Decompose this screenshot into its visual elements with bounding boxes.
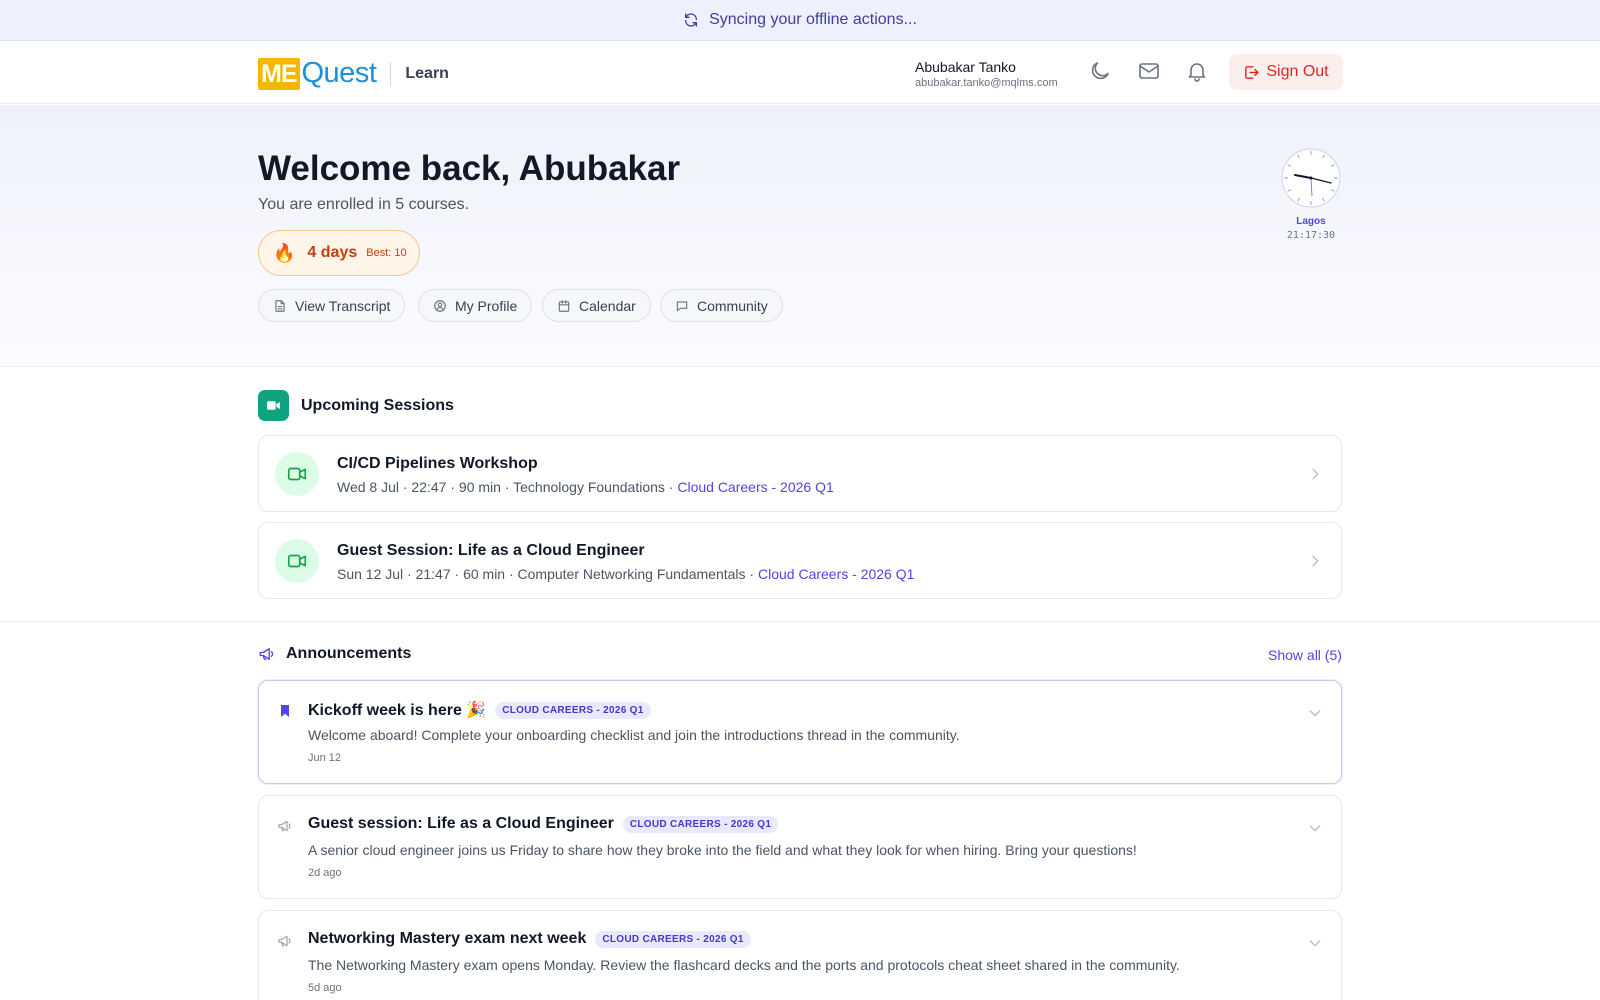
community-label: Community xyxy=(697,297,768,314)
community-button[interactable]: Community xyxy=(660,289,783,322)
section-label: Learn xyxy=(405,64,449,82)
logo-quest: Quest xyxy=(301,57,377,89)
sync-text: Syncing your offline actions... xyxy=(709,11,917,28)
megaphone-icon xyxy=(259,648,274,660)
sign-out-button[interactable]: Sign Out xyxy=(1229,54,1343,90)
announcement-title-row: Networking Mastery exam next week CLOUD … xyxy=(308,930,751,948)
announcement-body: The Networking Mastery exam opens Monday… xyxy=(308,957,1180,973)
session-details: Wed 8 Jul · 22:47 · 90 min · Technology … xyxy=(337,479,678,495)
megaphone-icon xyxy=(278,820,291,832)
announcement-body: Welcome aboard! Complete your onboarding… xyxy=(308,727,960,743)
enrolled-count: You are enrolled in 5 courses. xyxy=(258,196,470,213)
streak-best: Best: 10 xyxy=(366,247,407,259)
clock-time: 21:17:30 xyxy=(1286,230,1336,241)
session-details: Sun 12 Jul · 21:47 · 60 min · Computer N… xyxy=(337,566,758,582)
refresh-icon xyxy=(685,13,698,27)
user-info: Abubakar Tanko abubakar.tanko@mqlms.com xyxy=(915,59,1058,89)
sign-out-label: Sign Out xyxy=(1266,63,1329,80)
sessions-title: Upcoming Sessions xyxy=(301,396,454,414)
my-profile-label: My Profile xyxy=(455,297,518,314)
clock-icon xyxy=(1281,148,1341,208)
session-cohort-link[interactable]: Cloud Careers - 2026 Q1 xyxy=(758,566,914,582)
chevron-down-icon[interactable] xyxy=(1307,705,1323,721)
announcement-card[interactable]: Networking Mastery exam next week CLOUD … xyxy=(258,910,1342,1000)
announcement-title-row: Guest session: Life as a Cloud Engineer … xyxy=(308,815,779,833)
logo[interactable]: ME Quest Learn xyxy=(258,57,449,90)
show-all-link[interactable]: Show all (5) xyxy=(1268,647,1342,663)
session-meta: Wed 8 Jul · 22:47 · 90 min · Technology … xyxy=(337,479,834,495)
cohort-tag: CLOUD CAREERS - 2026 Q1 xyxy=(495,701,651,719)
announcement-title: Networking Mastery exam next week xyxy=(308,930,587,947)
session-meta: Sun 12 Jul · 21:47 · 60 min · Computer N… xyxy=(337,566,914,582)
session-card[interactable]: CI/CD Pipelines Workshop Wed 8 Jul · 22:… xyxy=(258,435,1342,512)
chevron-down-icon[interactable] xyxy=(1307,935,1323,951)
video-icon xyxy=(275,539,319,583)
announcement-date: 2d ago xyxy=(308,867,342,879)
sync-banner: Syncing your offline actions... xyxy=(0,0,1600,41)
announcement-date: Jun 12 xyxy=(308,752,342,764)
calendar-icon xyxy=(558,299,570,312)
session-cohort-link[interactable]: Cloud Careers - 2026 Q1 xyxy=(677,479,833,495)
logo-me: ME xyxy=(258,57,300,90)
announcements-header: Announcements xyxy=(258,645,411,663)
hero-section: Welcome back, Abubakar You are enrolled … xyxy=(0,105,1600,367)
chevron-right-icon xyxy=(1312,555,1319,567)
chevron-down-icon[interactable] xyxy=(1307,820,1323,836)
announcement-body: A senior cloud engineer joins us Friday … xyxy=(308,842,1137,858)
streak-badge[interactable]: 🔥 4 days Best: 10 xyxy=(258,230,420,276)
session-title: Guest Session: Life as a Cloud Engineer xyxy=(337,542,645,559)
view-transcript-button[interactable]: View Transcript xyxy=(258,289,406,322)
announcement-date: 5d ago xyxy=(308,982,342,994)
top-bar: ME Quest Learn Abubakar Tanko abubakar.t… xyxy=(0,41,1600,104)
bell-icon[interactable] xyxy=(1185,59,1209,83)
my-profile-button[interactable]: My Profile xyxy=(418,289,533,322)
logo-divider xyxy=(390,61,392,86)
sign-out-icon xyxy=(1245,65,1259,79)
session-title: CI/CD Pipelines Workshop xyxy=(337,455,538,472)
announcement-title: Guest session: Life as a Cloud Engineer xyxy=(308,815,614,832)
bookmark-icon xyxy=(281,705,289,717)
calendar-button[interactable]: Calendar xyxy=(542,289,651,322)
session-card[interactable]: Guest Session: Life as a Cloud Engineer … xyxy=(258,522,1342,599)
megaphone-icon xyxy=(278,935,291,947)
announcement-card[interactable]: Kickoff week is here 🎉 CLOUD CAREERS - 2… xyxy=(258,680,1342,784)
mail-icon[interactable] xyxy=(1137,59,1161,83)
user-circle-icon xyxy=(434,299,446,312)
chevron-right-icon xyxy=(1312,468,1319,480)
document-icon xyxy=(275,299,285,312)
announcements-title: Announcements xyxy=(286,645,412,662)
moon-icon[interactable] xyxy=(1088,59,1112,83)
cohort-tag: CLOUD CAREERS - 2026 Q1 xyxy=(622,815,779,833)
user-email: abubakar.tanko@mqlms.com xyxy=(915,77,1058,89)
video-badge-icon xyxy=(258,390,289,421)
world-clock: Lagos 21:17:30 xyxy=(1281,148,1341,241)
sessions-header: Upcoming Sessions xyxy=(258,390,454,421)
chat-icon xyxy=(676,300,688,311)
announcement-title: Kickoff week is here 🎉 xyxy=(308,702,487,719)
streak-days: 4 days xyxy=(307,244,358,261)
announcement-title-row: Kickoff week is here 🎉 CLOUD CAREERS - 2… xyxy=(308,700,651,720)
user-name: Abubakar Tanko xyxy=(915,59,1016,75)
clock-city: Lagos xyxy=(1296,216,1326,227)
fire-icon: 🔥 xyxy=(273,242,296,263)
announcement-card[interactable]: Guest session: Life as a Cloud Engineer … xyxy=(258,795,1342,899)
cohort-tag: CLOUD CAREERS - 2026 Q1 xyxy=(595,930,751,948)
calendar-label: Calendar xyxy=(579,297,636,314)
view-transcript-label: View Transcript xyxy=(295,297,391,314)
welcome-heading: Welcome back, Abubakar xyxy=(258,149,681,188)
section-divider xyxy=(0,621,1600,622)
video-icon xyxy=(275,452,319,496)
